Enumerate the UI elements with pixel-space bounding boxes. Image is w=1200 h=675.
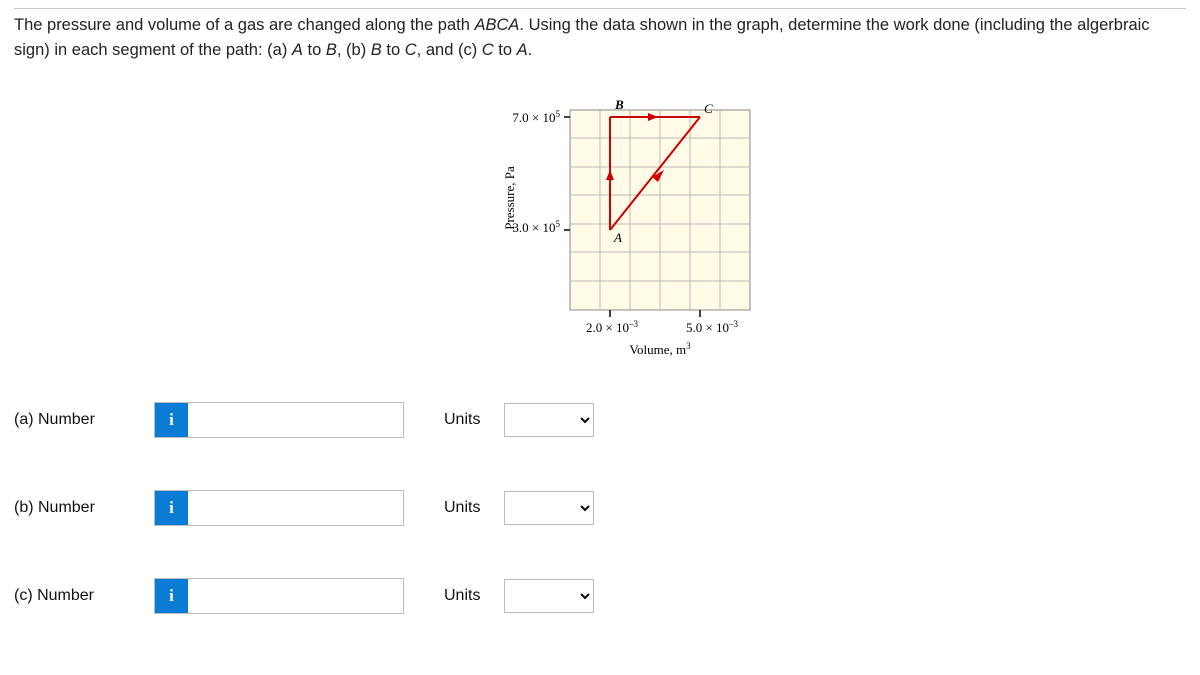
- answer-row-b: (b) Number i Units: [14, 488, 714, 528]
- pv-graph: Pressure, Pa 7.0 × 105 3.0 × 105: [460, 100, 800, 380]
- point-label-c: C: [704, 101, 713, 116]
- svg-text:7.0 × 105: 7.0 × 105: [512, 109, 560, 125]
- part-label-a: (a) Number: [14, 411, 154, 429]
- number-input-a[interactable]: [188, 405, 403, 435]
- point-label-b: B: [614, 100, 624, 112]
- point-label-a: A: [613, 230, 622, 245]
- svg-text:Volume, m3: Volume, m3: [629, 341, 691, 357]
- info-icon[interactable]: i: [155, 403, 188, 437]
- number-input-c[interactable]: [188, 581, 403, 611]
- svg-text:5.0 × 10–3: 5.0 × 10–3: [686, 319, 739, 335]
- units-label-a: Units: [444, 411, 504, 429]
- units-label-c: Units: [444, 587, 504, 605]
- part-label-b: (b) Number: [14, 499, 154, 517]
- info-icon[interactable]: i: [155, 579, 188, 613]
- units-label-b: Units: [444, 499, 504, 517]
- units-select-c[interactable]: [504, 579, 594, 613]
- units-select-a[interactable]: [504, 403, 594, 437]
- answer-row-a: (a) Number i Units: [14, 400, 714, 440]
- svg-text:2.0 × 10–3: 2.0 × 10–3: [586, 319, 639, 335]
- units-select-b[interactable]: [504, 491, 594, 525]
- info-icon[interactable]: i: [155, 491, 188, 525]
- svg-text:3.0 × 105: 3.0 × 105: [512, 219, 560, 235]
- part-label-c: (c) Number: [14, 587, 154, 605]
- answer-row-c: (c) Number i Units: [14, 576, 714, 616]
- question-text: The pressure and volume of a gas are cha…: [14, 13, 1186, 63]
- number-input-b[interactable]: [188, 493, 403, 523]
